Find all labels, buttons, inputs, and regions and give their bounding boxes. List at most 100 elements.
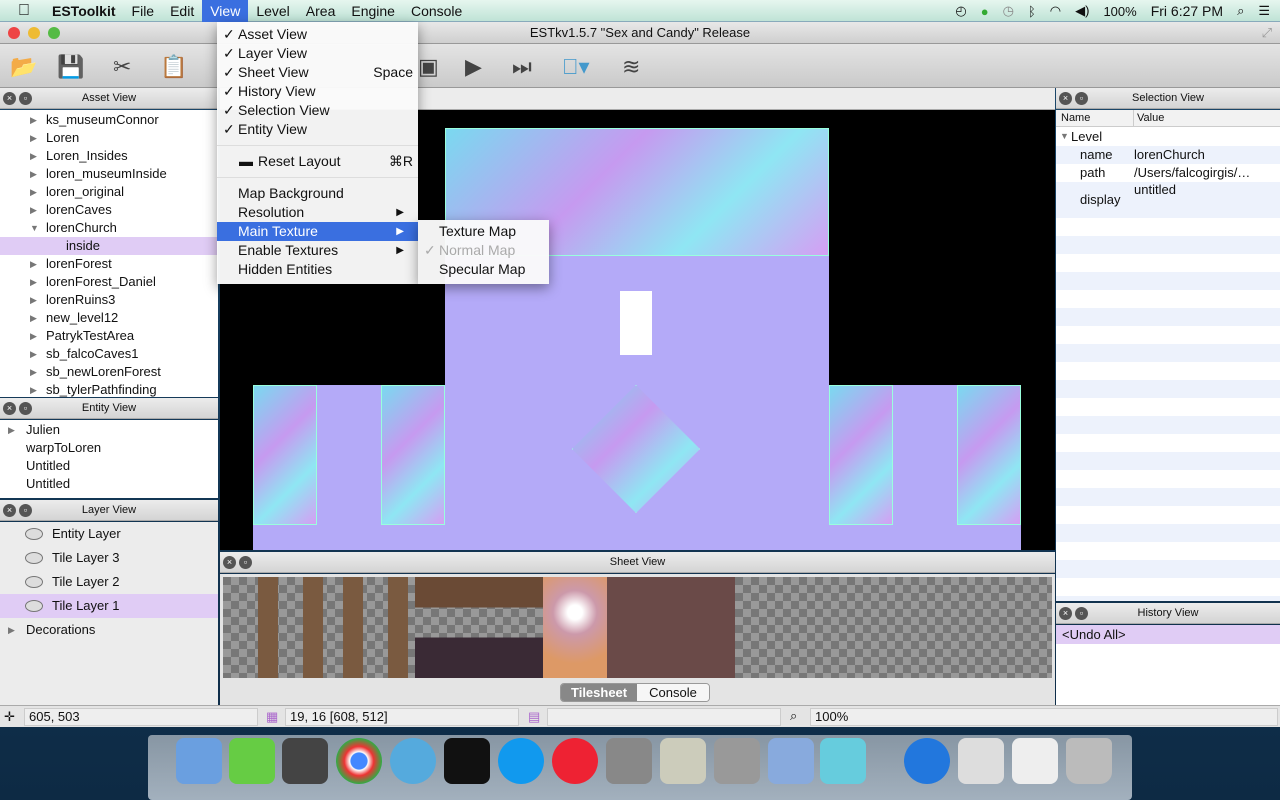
disclosure-triangle-icon[interactable]: ▶: [30, 255, 37, 273]
minimize-window-button[interactable]: [28, 27, 40, 39]
tree-group-level[interactable]: ▼ Level: [1056, 127, 1280, 146]
asset-item[interactable]: ▶ loren_museumInside: [0, 165, 218, 183]
menu-item-sheet-view[interactable]: ✓ Sheet View Space: [217, 63, 418, 82]
asset-item[interactable]: ▶ lorenRuins3: [0, 291, 218, 309]
disclosure-down-icon[interactable]: ▼: [30, 219, 39, 237]
menu-item-resolution[interactable]: Resolution ▶: [217, 203, 418, 222]
save-icon[interactable]: 💾: [57, 54, 84, 80]
chrome-icon[interactable]: [336, 738, 382, 784]
disclosure-triangle-icon[interactable]: ▶: [30, 327, 37, 345]
qt-creator-icon[interactable]: [229, 738, 275, 784]
asset-item[interactable]: ▶ lorenCaves: [0, 201, 218, 219]
platform-select-icon[interactable]: ▾: [562, 54, 590, 80]
disclosure-triangle-icon[interactable]: ▶: [30, 381, 37, 397]
menu-console[interactable]: Console: [403, 0, 470, 22]
disclosure-triangle-icon[interactable]: ▶: [30, 183, 37, 201]
menu-item-main-texture[interactable]: Main Texture ▶: [217, 222, 418, 241]
layer-item[interactable]: Tile Layer 2: [0, 570, 218, 594]
asset-item[interactable]: ▶ ks_museumConnor: [0, 111, 218, 129]
asset-item[interactable]: inside: [0, 237, 218, 255]
window-icon[interactable]: ▣: [418, 54, 439, 80]
close-window-button[interactable]: [8, 27, 20, 39]
zoom-window-button[interactable]: [48, 27, 60, 39]
eye-icon[interactable]: [25, 600, 43, 612]
paste-icon[interactable]: 📋: [160, 54, 187, 80]
float-icon[interactable]: ▫: [19, 504, 32, 517]
menu-edit[interactable]: Edit: [162, 0, 202, 22]
menu-level[interactable]: Level: [248, 0, 297, 22]
asset-item[interactable]: ▶ sb_tylerPathfinding: [0, 381, 218, 397]
app-store-icon[interactable]: [904, 738, 950, 784]
asset-item[interactable]: ▶ new_level12: [0, 309, 218, 327]
game-character-icon[interactable]: [820, 738, 866, 784]
spotlight-icon[interactable]: ⌕: [1237, 3, 1244, 19]
menu-item-normal-map[interactable]: ✓ Normal Map: [418, 241, 549, 260]
list-item[interactable]: Untitled: [0, 457, 218, 475]
play-icon[interactable]: ▶: [465, 54, 482, 80]
eye-icon[interactable]: [25, 576, 43, 588]
disclosure-triangle-icon[interactable]: ▶: [30, 291, 37, 309]
bluetooth-icon[interactable]: ᛒ: [1028, 4, 1036, 19]
finder-icon[interactable]: [176, 738, 222, 784]
menu-app[interactable]: ESToolkit: [44, 0, 124, 22]
menu-item-map-background[interactable]: Map Background: [217, 184, 418, 203]
disclosure-triangle-icon[interactable]: ▶: [30, 129, 37, 147]
prop-value[interactable]: /Users/falcogirgis/…: [1134, 164, 1250, 182]
asset-item[interactable]: ▶ Loren: [0, 129, 218, 147]
menu-item-texture-map[interactable]: Texture Map: [418, 222, 549, 241]
skype-status-icon[interactable]: ◴: [955, 3, 966, 19]
menu-item-history-view[interactable]: ✓ History View: [217, 82, 418, 101]
column-name[interactable]: Name: [1061, 110, 1090, 127]
close-icon[interactable]: ×: [3, 92, 16, 105]
float-icon[interactable]: ▫: [19, 402, 32, 415]
wifi-icon[interactable]: ◠: [1050, 3, 1061, 19]
preview-icon[interactable]: [660, 738, 706, 784]
layer-item[interactable]: Tile Layer 1: [0, 594, 218, 618]
disclosure-triangle-icon[interactable]: ▶: [8, 618, 15, 642]
close-icon[interactable]: ×: [1059, 92, 1072, 105]
layers-icon[interactable]: ≋: [622, 54, 640, 80]
asset-item[interactable]: ▶ loren_original: [0, 183, 218, 201]
prop-value[interactable]: untitled: [1134, 182, 1176, 197]
asset-item[interactable]: ▶ lorenForest: [0, 255, 218, 273]
menu-item-layer-view[interactable]: ✓ Layer View: [217, 44, 418, 63]
disclosure-triangle-icon[interactable]: ▶: [8, 421, 15, 439]
disclosure-triangle-icon[interactable]: ▶: [30, 201, 37, 219]
float-icon[interactable]: ▫: [1075, 92, 1088, 105]
menu-item-asset-view[interactable]: ✓ Asset View: [217, 25, 418, 44]
trash-icon[interactable]: [1066, 738, 1112, 784]
table-row[interactable]: path/Users/falcogirgis/…: [1056, 164, 1280, 182]
disclosure-triangle-icon[interactable]: ▶: [30, 147, 37, 165]
close-icon[interactable]: ×: [223, 556, 236, 569]
disclosure-triangle-icon[interactable]: ▶: [30, 363, 37, 381]
disclosure-triangle-icon[interactable]: ▶: [30, 345, 37, 363]
layer-group[interactable]: ▶ Decorations: [0, 618, 218, 642]
menu-item-entity-view[interactable]: ✓ Entity View: [217, 120, 418, 139]
time-machine-icon[interactable]: ◷: [1003, 3, 1014, 19]
document-stack-icon[interactable]: [958, 738, 1004, 784]
table-row[interactable]: name lorenChurch: [1056, 146, 1280, 164]
eye-icon[interactable]: [25, 528, 43, 540]
downloads-stack-icon[interactable]: [1012, 738, 1058, 784]
cloud-sync-icon[interactable]: ●: [981, 4, 989, 19]
menu-item-specular-map[interactable]: Specular Map: [418, 260, 549, 279]
volume-icon[interactable]: ◀): [1075, 3, 1089, 19]
history-item[interactable]: <Undo All>: [1056, 625, 1280, 644]
tab-console[interactable]: Console: [637, 684, 709, 701]
battery-status[interactable]: 100%: [1103, 4, 1136, 19]
terminal-icon[interactable]: [444, 738, 490, 784]
menu-item-selection-view[interactable]: ✓ Selection View: [217, 101, 418, 120]
menu-item-reset-layout[interactable]: ▬ Reset Layout ⌘R: [217, 152, 418, 171]
asset-item[interactable]: ▶ lorenForest_Daniel: [0, 273, 218, 291]
tilesheet[interactable]: [223, 577, 1052, 678]
list-item[interactable]: ▶ Julien: [0, 421, 218, 439]
cut-icon[interactable]: ✂: [113, 54, 131, 80]
close-icon[interactable]: ×: [3, 402, 16, 415]
disclosure-triangle-icon[interactable]: ▶: [30, 309, 37, 327]
asset-item[interactable]: ▶ sb_falcoCaves1: [0, 345, 218, 363]
list-item[interactable]: warpToLoren: [0, 439, 218, 457]
float-icon[interactable]: ▫: [19, 92, 32, 105]
mail-icon[interactable]: [768, 738, 814, 784]
skype-icon[interactable]: [498, 738, 544, 784]
column-value[interactable]: Value: [1133, 110, 1164, 127]
